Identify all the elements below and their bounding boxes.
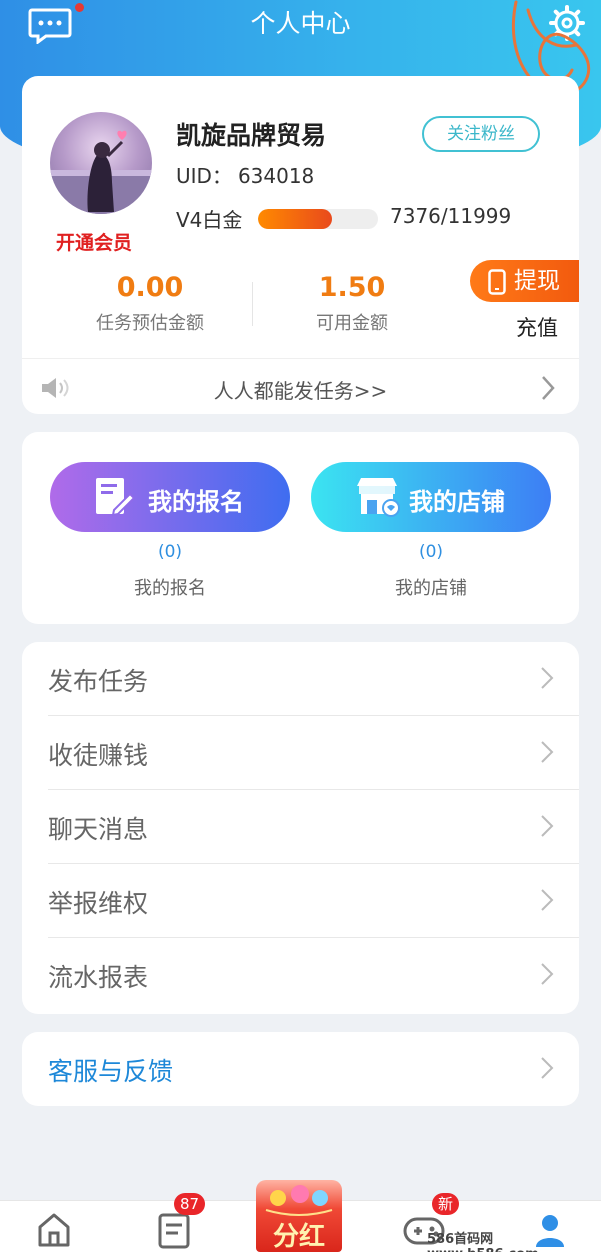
user-id: UID： 634018 bbox=[176, 160, 314, 189]
dividend-red-packet-button[interactable]: 分红 bbox=[256, 1180, 342, 1252]
menu-item-report[interactable]: 举报维权 bbox=[22, 864, 579, 938]
my-signup-count: (0) bbox=[157, 542, 183, 562]
my-signup-button[interactable]: 我的报名 bbox=[50, 462, 290, 532]
phone-icon bbox=[488, 269, 506, 295]
menu-item-chat[interactable]: 聊天消息 bbox=[22, 790, 579, 864]
follow-fans-button[interactable]: 关注粉丝 bbox=[422, 116, 540, 152]
open-vip-link[interactable]: 开通会员 bbox=[56, 228, 132, 255]
my-signup-caption: 我的报名 bbox=[134, 578, 206, 599]
storefront-icon bbox=[357, 478, 400, 517]
user-name: 凯旋品牌贸易 bbox=[176, 121, 327, 150]
shortcut-card: 我的报名 (0) 我的报名 我的店铺 (0) 我的店铺 bbox=[22, 432, 579, 624]
menu-card: 发布任务 收徒赚钱 聊天消息 举报维权 流水报表 bbox=[22, 642, 579, 1014]
chevron-right-icon bbox=[541, 889, 554, 911]
available-amount-stat[interactable]: 1.50 可用金额 bbox=[284, 272, 420, 335]
my-shop-button[interactable]: 我的店铺 bbox=[311, 462, 551, 532]
level-progress-bar bbox=[258, 209, 378, 229]
games-new-badge: 新 bbox=[432, 1193, 460, 1215]
gift-decoration-icon bbox=[265, 1185, 333, 1216]
stat-divider bbox=[252, 282, 253, 326]
profile-card: 开通会员 凯旋品牌贸易 UID： 634018 关注粉丝 V4白金 7376/11… bbox=[22, 76, 579, 414]
chevron-right-icon bbox=[541, 667, 554, 689]
task-list-icon bbox=[158, 1213, 190, 1249]
menu-item-label: 聊天消息 bbox=[48, 815, 149, 844]
settings-button[interactable] bbox=[548, 4, 586, 42]
recharge-button[interactable]: 充值 bbox=[516, 312, 558, 342]
menu-item-publish-task[interactable]: 发布任务 bbox=[22, 642, 579, 716]
uid-value: 634018 bbox=[237, 164, 315, 188]
tab-home[interactable] bbox=[34, 1209, 74, 1249]
my-shop-label: 我的店铺 bbox=[409, 488, 505, 516]
uid-label: UID： bbox=[176, 164, 232, 188]
available-amount-label: 可用金额 bbox=[316, 313, 388, 334]
estimated-amount-label: 任务预估金额 bbox=[96, 313, 204, 334]
level-progress-fill bbox=[258, 209, 332, 229]
menu-item-label: 收徒赚钱 bbox=[48, 741, 149, 770]
top-bar: 个人中心 bbox=[0, 0, 601, 95]
support-card[interactable]: 客服与反馈 bbox=[22, 1032, 579, 1106]
page-title: 个人中心 bbox=[250, 9, 351, 38]
my-signup-label: 我的报名 bbox=[148, 488, 244, 516]
dividend-label: 分红 bbox=[272, 1222, 325, 1252]
home-icon bbox=[38, 1213, 70, 1247]
estimated-amount-value: 0.00 bbox=[116, 272, 184, 303]
site-watermark: 586首码网 www.h586.com bbox=[427, 1232, 539, 1252]
menu-item-label: 举报维权 bbox=[48, 889, 149, 918]
my-shop-caption: 我的店铺 bbox=[395, 578, 467, 599]
withdraw-button[interactable]: 提现 bbox=[470, 260, 579, 302]
notice-text: 人人都能发任务>> bbox=[213, 379, 388, 403]
chevron-right-icon bbox=[541, 815, 554, 837]
tasks-count-badge: 87 bbox=[174, 1193, 206, 1215]
chevron-right-icon bbox=[541, 741, 554, 763]
menu-item-recruit[interactable]: 收徒赚钱 bbox=[22, 716, 579, 790]
avatar[interactable] bbox=[50, 112, 152, 214]
menu-item-statement[interactable]: 流水报表 bbox=[22, 938, 579, 1012]
tab-tasks[interactable] bbox=[154, 1209, 194, 1249]
chevron-right-icon bbox=[541, 1057, 554, 1079]
member-level: V4白金 bbox=[176, 208, 243, 232]
chevron-right-icon bbox=[541, 963, 554, 985]
avatar-image bbox=[50, 130, 152, 214]
available-amount-value: 1.50 bbox=[318, 272, 386, 303]
notice-bar[interactable]: 人人都能发任务>> bbox=[22, 358, 579, 414]
chevron-right-icon bbox=[542, 376, 555, 400]
withdraw-label: 提现 bbox=[514, 268, 560, 294]
support-feedback-label: 客服与反馈 bbox=[48, 1057, 174, 1086]
level-progress-text: 7376/11999 bbox=[390, 204, 512, 228]
my-shop-count: (0) bbox=[418, 542, 444, 562]
edit-document-icon bbox=[96, 478, 134, 517]
gear-icon bbox=[549, 5, 585, 41]
menu-item-label: 发布任务 bbox=[48, 667, 149, 696]
menu-item-label: 流水报表 bbox=[48, 963, 149, 992]
estimated-amount-stat[interactable]: 0.00 任务预估金额 bbox=[80, 272, 220, 335]
